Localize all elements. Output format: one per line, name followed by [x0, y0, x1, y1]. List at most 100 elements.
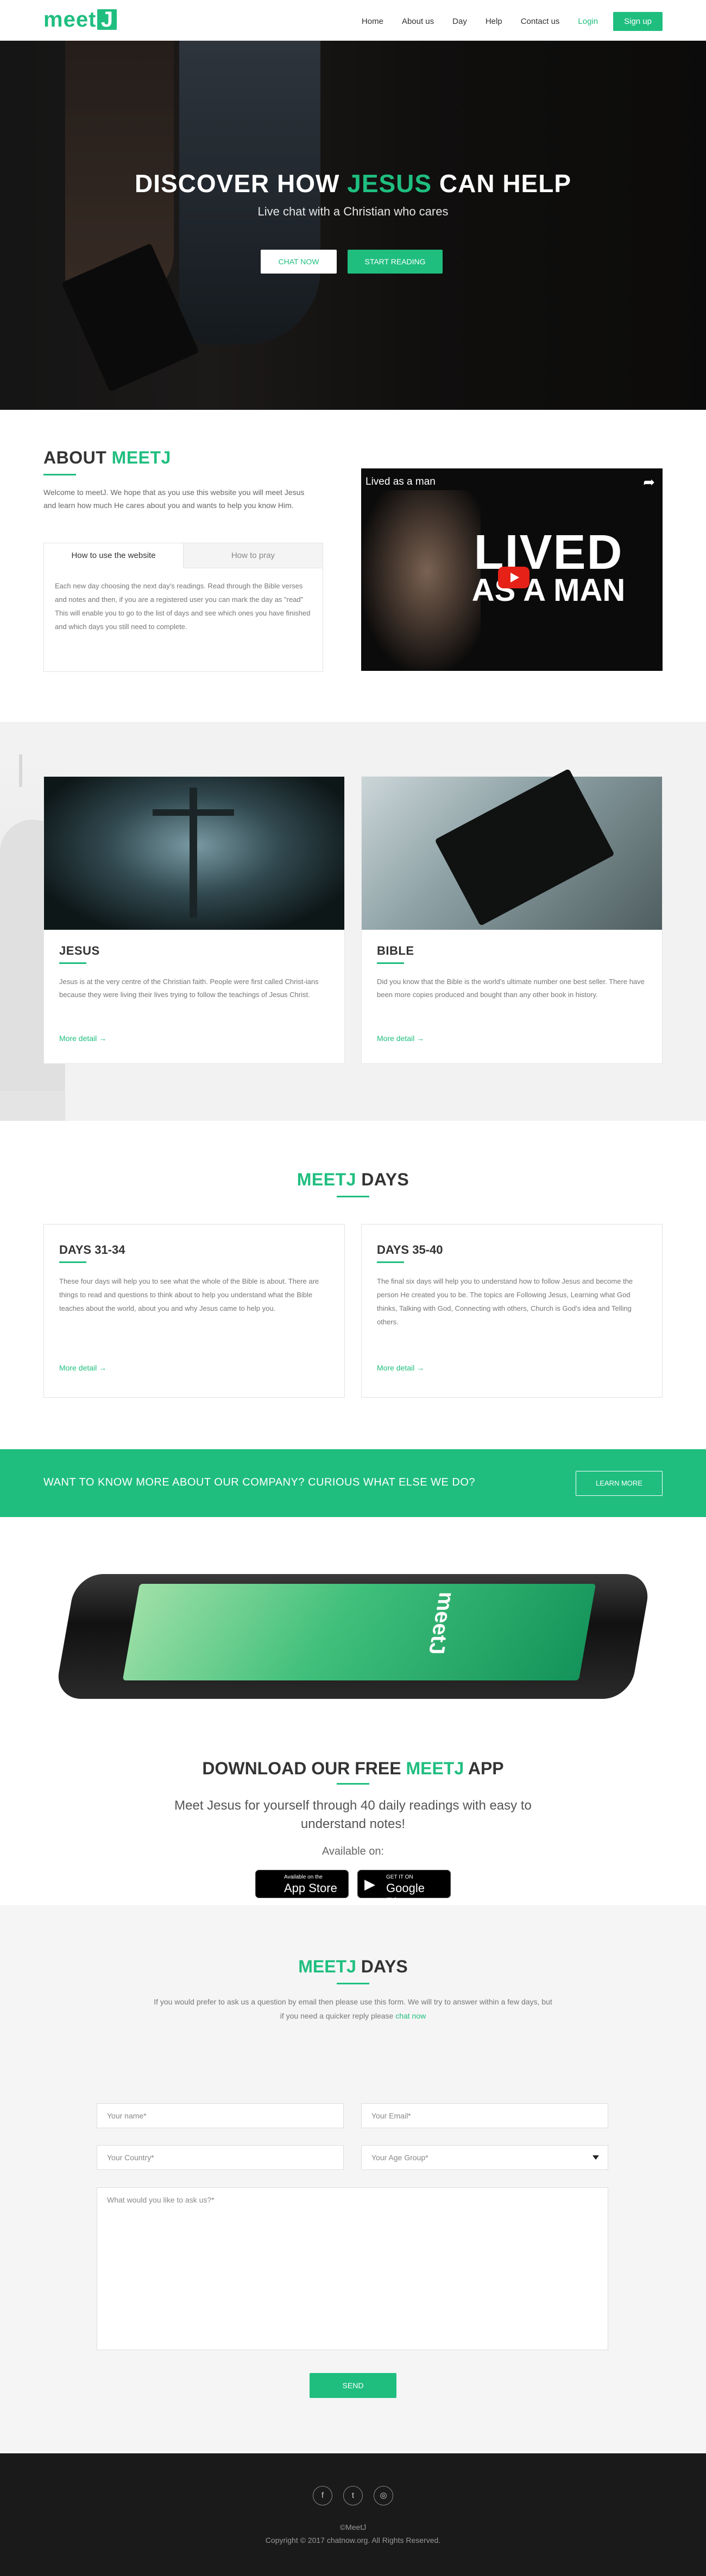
chat-now-link[interactable]: chat now — [395, 2012, 426, 2020]
site-header: meet J Home About us Day Help Contact us … — [0, 0, 706, 40]
learn-more-button[interactable]: LEARN MORE — [576, 1471, 663, 1496]
about-section: ABOUT MEETJ Welcome to meetJ. We hope th… — [0, 410, 706, 722]
twitter-icon[interactable]: t — [343, 2486, 363, 2505]
age-group-select[interactable]: Your Age Group* — [361, 2145, 608, 2170]
available-on-label: Available on: — [322, 1845, 384, 1857]
phone-logo: meetJ — [424, 1591, 459, 1655]
nav-contact[interactable]: Contact us — [521, 17, 560, 26]
phone-image: meetJ — [54, 1574, 652, 1699]
send-button[interactable]: SEND — [310, 2373, 396, 2398]
days-title: MEETJ DAYS — [297, 1170, 409, 1189]
jesus-image — [44, 777, 344, 930]
login-link[interactable]: Login — [578, 17, 598, 26]
about-intro: Welcome to meetJ. We hope that as you us… — [43, 488, 305, 510]
main-nav: Home About us Day Help Contact us Login … — [343, 12, 663, 31]
card-underline — [59, 962, 86, 964]
instagram-icon[interactable]: ◎ — [374, 2486, 393, 2505]
days-card: DAYS 31-34 These four days will help you… — [43, 1224, 345, 1398]
cross-vertical — [190, 788, 197, 918]
app-section: meetJ DOWNLOAD OUR FREE MEETJ APP Meet J… — [0, 1517, 706, 1909]
share-icon[interactable]: ➦ — [643, 474, 655, 491]
arrow-right-icon: → — [417, 1363, 425, 1372]
days-card-text: These four days will help you to see wha… — [59, 1277, 319, 1312]
video-player[interactable]: Lived as a man ➦ LIVED AS A MAN — [361, 468, 663, 671]
video-text-lived: LIVED — [474, 525, 623, 580]
site-footer: f t ◎ ©MeetJ Copyright © 2017 chatnow.or… — [0, 2453, 706, 2576]
about-title-underline — [43, 474, 76, 475]
days-card-underline — [59, 1261, 86, 1263]
topics-section: JESUS Jesus is at the very centre of the… — [0, 722, 706, 1121]
cross-horizontal — [153, 809, 234, 816]
logo-j: J — [97, 9, 117, 30]
app-description: Meet Jesus for yourself through 40 daily… — [174, 1798, 532, 1831]
message-textarea[interactable]: What would you like to ask us?* — [97, 2187, 608, 2350]
nav-help[interactable]: Help — [486, 17, 502, 26]
video-title[interactable]: Lived as a man — [365, 476, 436, 488]
days-card-text: The final six days will help you to unde… — [377, 1277, 633, 1326]
hero-subtitle: Live chat with a Christian who cares — [257, 205, 449, 218]
about-title: ABOUT MEETJ — [43, 448, 171, 467]
card-title: JESUS — [59, 944, 100, 957]
days-card-title: DAYS 31-34 — [59, 1243, 125, 1257]
banner-text: WANT TO KNOW MORE ABOUT OUR COMPANY? CUR… — [43, 1476, 476, 1488]
card-text: Did you know that the Bible is the world… — [377, 978, 645, 999]
arrow-right-icon: → — [99, 1363, 107, 1372]
video-text-as-a-man: AS A MAN — [471, 573, 626, 608]
badge-small-text: Available on the — [284, 1874, 323, 1880]
bible-image — [362, 768, 662, 930]
footer-copyright: Copyright © 2017 chatnow.org. All Rights… — [265, 2536, 441, 2545]
card-title: BIBLE — [377, 944, 414, 957]
days-title-underline — [337, 1196, 369, 1197]
hero-title: DISCOVER HOW JESUS CAN HELP — [134, 169, 571, 198]
chat-now-button[interactable]: CHAT NOW — [261, 250, 337, 274]
days-section: MEETJ DAYS DAYS 31-34 These four days wi… — [0, 1121, 706, 1449]
tab-how-to-pray[interactable]: How to pray — [183, 543, 323, 568]
play-store-icon: ▶ — [364, 1876, 375, 1892]
play-icon[interactable] — [498, 567, 530, 588]
app-store-badge[interactable]: Available on the App Store — [255, 1870, 349, 1898]
contact-title: MEETJ DAYS — [298, 1957, 408, 1976]
days-card: DAYS 35-40 The final six days will help … — [361, 1224, 663, 1398]
hero-overlay — [0, 41, 706, 410]
more-detail-link[interactable]: More detail → — [377, 1034, 424, 1043]
phone-screen: meetJ — [122, 1584, 596, 1680]
contact-note: If you would prefer to ask us a question… — [154, 1997, 552, 2020]
badge-small-text: GET IT ON — [386, 1874, 413, 1880]
app-title: DOWNLOAD OUR FREE MEETJ APP — [202, 1759, 504, 1778]
nav-about[interactable]: About us — [402, 17, 434, 26]
more-detail-link[interactable]: More detail → — [377, 1363, 424, 1372]
facebook-icon[interactable]: f — [313, 2486, 332, 2505]
days-card-title: DAYS 35-40 — [377, 1243, 443, 1257]
company-banner: WANT TO KNOW MORE ABOUT OUR COMPANY? CUR… — [0, 1449, 706, 1517]
nav-day[interactable]: Day — [452, 17, 467, 26]
app-title-underline — [337, 1783, 369, 1785]
chevron-down-icon — [592, 2155, 599, 2160]
more-detail-link[interactable]: More detail → — [59, 1034, 106, 1043]
google-play-badge[interactable]: ▶ GET IT ON Google Play — [357, 1870, 451, 1909]
card-underline — [377, 962, 404, 964]
footer-brand: ©MeetJ — [339, 2523, 367, 2531]
logo-text: meet — [43, 8, 97, 31]
nav-home[interactable]: Home — [362, 17, 383, 26]
arrow-right-icon: → — [99, 1034, 107, 1043]
tab-content: Each new day choosing the next day's rea… — [55, 582, 311, 631]
days-card-underline — [377, 1261, 404, 1263]
badge-big-text: App Store — [284, 1881, 337, 1895]
hero-section: DISCOVER HOW JESUS CAN HELP Live chat wi… — [0, 41, 706, 410]
tab-how-to-use[interactable]: How to use the website — [44, 543, 183, 568]
contact-section: MEETJ DAYS If you would prefer to ask us… — [0, 1905, 706, 2453]
arrow-right-icon: → — [417, 1034, 425, 1043]
more-detail-link[interactable]: More detail → — [59, 1363, 106, 1372]
country-field[interactable]: Your Country* — [97, 2145, 344, 2170]
logo[interactable]: meet J — [43, 8, 117, 31]
name-field[interactable]: Your name* — [97, 2103, 344, 2128]
start-reading-button[interactable]: START READING — [348, 250, 443, 274]
about-tabs: How to use the website How to pray Each … — [43, 543, 323, 672]
email-field[interactable]: Your Email* — [361, 2103, 608, 2128]
card-text: Jesus is at the very centre of the Chris… — [59, 978, 319, 999]
card-bible: BIBLE Did you know that the Bible is the… — [361, 768, 663, 1064]
contact-title-underline — [337, 1983, 369, 1984]
signup-button[interactable]: Sign up — [613, 12, 663, 31]
bible-book — [434, 768, 615, 927]
card-jesus: JESUS Jesus is at the very centre of the… — [43, 776, 345, 1064]
